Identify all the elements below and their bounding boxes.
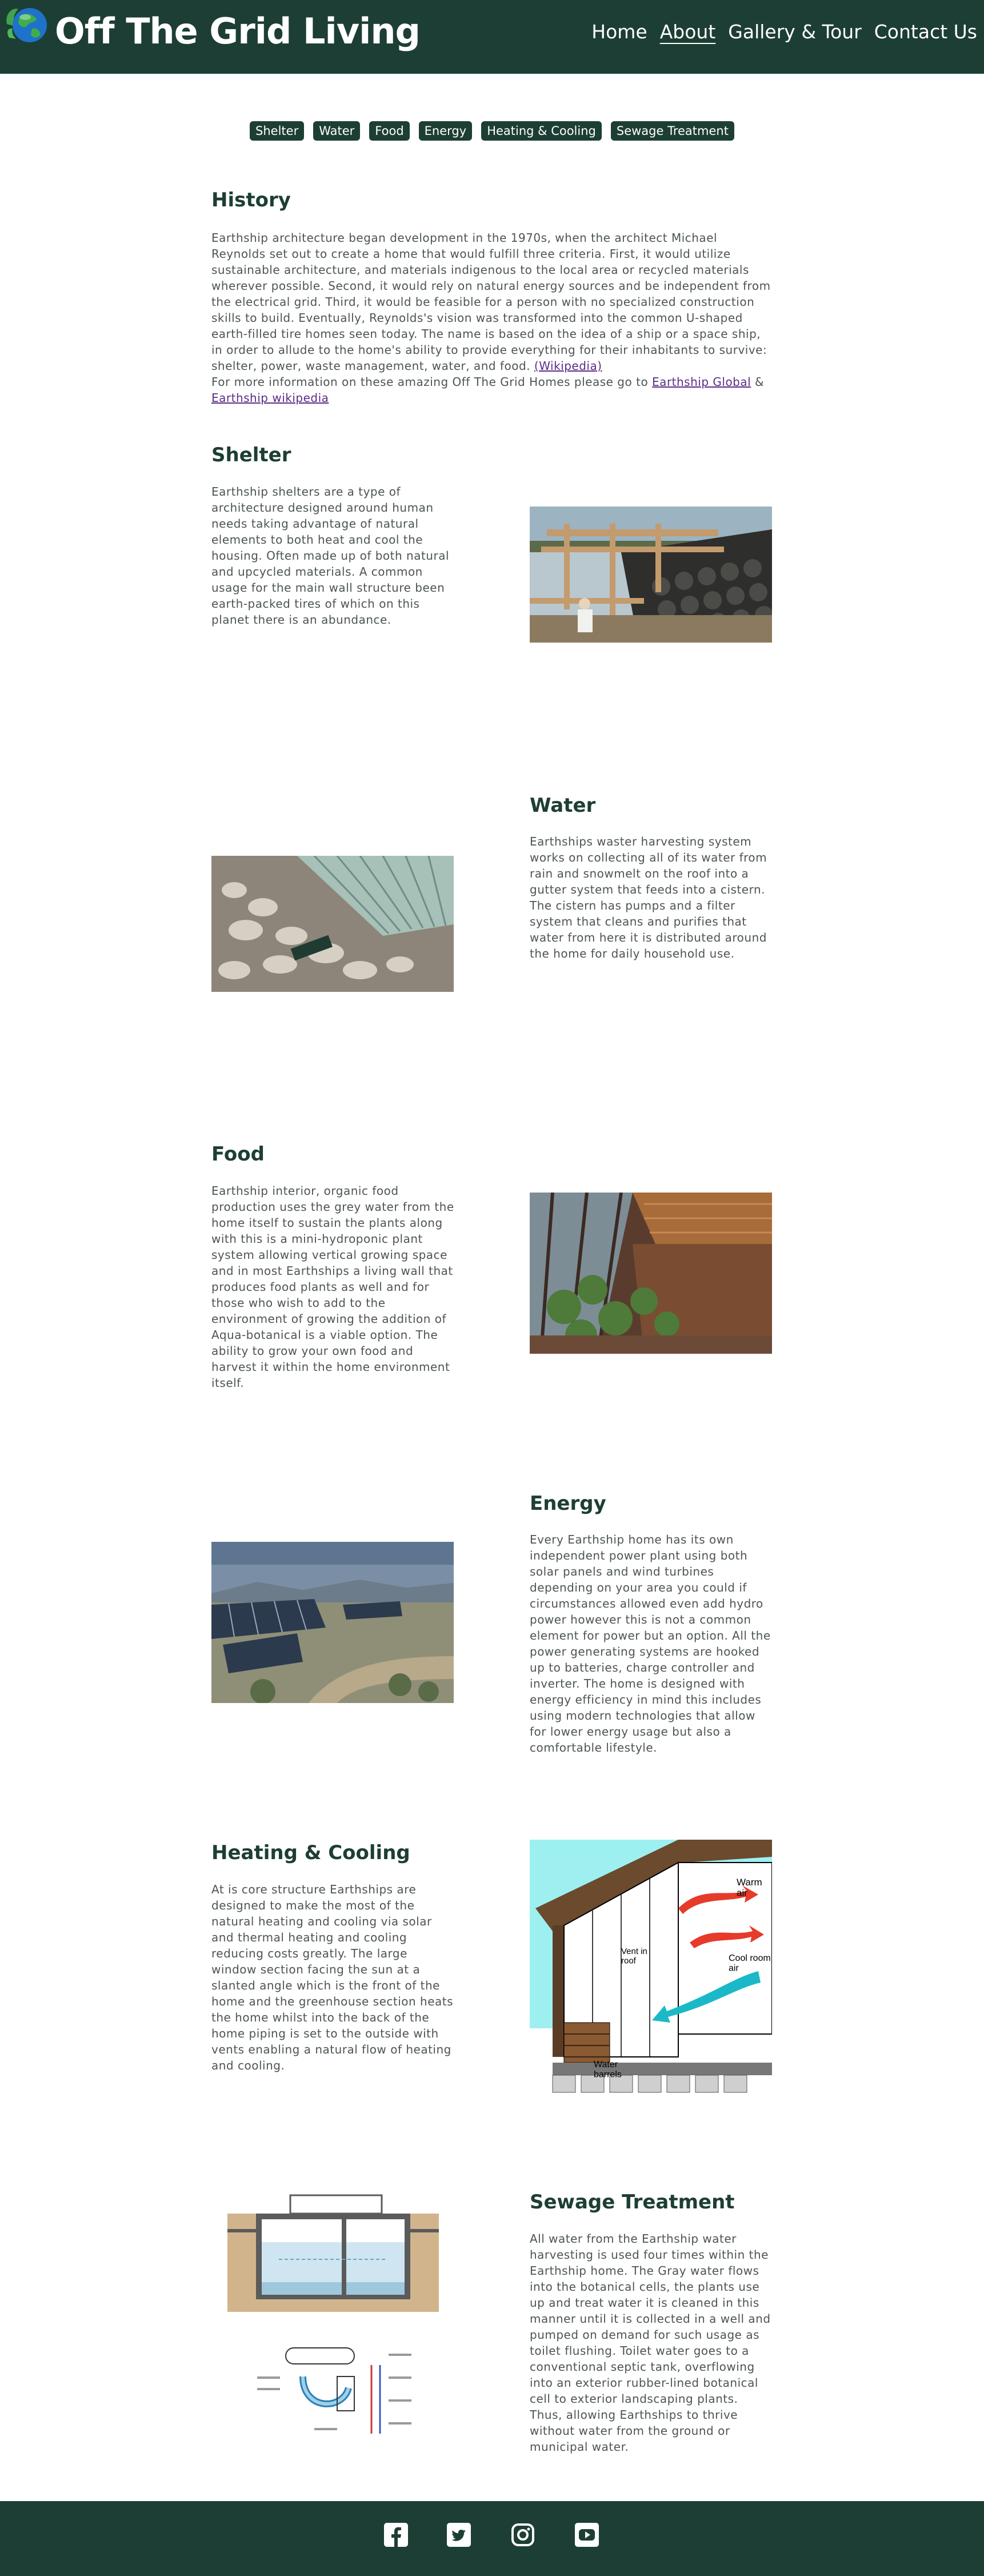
shelter-construction-photo [530, 507, 772, 643]
food-text: Earthship interior, organic food product… [211, 1184, 454, 1390]
heating-cooling-text: At is core structure Earthships are desi… [211, 1883, 454, 2072]
site-title[interactable]: Off The Grid Living [55, 10, 421, 52]
site-header: Off The Grid Living Home About Gallery &… [0, 0, 984, 74]
heating-cooling-heading: Heating & Cooling [211, 1841, 410, 1864]
facebook-icon[interactable] [384, 2523, 408, 2547]
nav-about[interactable]: About [660, 21, 716, 43]
shelter-heading: Shelter [211, 444, 291, 466]
diagram-label-water-barrels: Water barrels [594, 2060, 622, 2080]
section-tabs: Shelter Water Food Energy Heating & Cool… [0, 121, 984, 141]
energy-text: Every Earthship home has its own indepen… [530, 1533, 771, 1754]
instagram-icon[interactable] [511, 2523, 535, 2547]
nav-contact-us[interactable]: Contact Us [874, 21, 977, 43]
site-footer [0, 2501, 984, 2576]
botanical-cell-diagram [251, 2342, 423, 2445]
shelter-text: Earthship shelters are a type of archite… [211, 485, 450, 627]
history-body: Earthship architecture began development… [211, 231, 771, 373]
earthship-wikipedia-link[interactable]: Earthship wikipedia [211, 391, 329, 405]
sewage-treatment-heading: Sewage Treatment [530, 2191, 735, 2214]
tab-shelter[interactable]: Shelter [250, 121, 305, 141]
main-nav: Home About Gallery & Tour Contact Us [591, 21, 977, 43]
nav-home[interactable]: Home [591, 21, 647, 43]
tab-heating-cooling[interactable]: Heating & Cooling [481, 121, 602, 141]
history-amp: & [755, 375, 765, 389]
water-heading: Water [530, 794, 596, 817]
history-heading: History [211, 189, 291, 212]
septic-tank-diagram [227, 2191, 439, 2312]
tab-energy[interactable]: Energy [418, 121, 473, 141]
energy-solar-panels-photo [211, 1542, 454, 1703]
history-more-text: For more information on these amazing Of… [211, 375, 649, 389]
sewage-treatment-text: All water from the Earthship water harve… [530, 2232, 771, 2454]
nav-gallery-tour[interactable]: Gallery & Tour [728, 21, 861, 43]
energy-heading: Energy [530, 1492, 606, 1515]
wikipedia-link[interactable]: (Wikipedia) [534, 359, 602, 373]
food-greenhouse-photo [530, 1193, 772, 1354]
tab-sewage-treatment[interactable]: Sewage Treatment [610, 121, 734, 141]
tab-water[interactable]: Water [313, 121, 361, 141]
twitter-icon[interactable] [447, 2523, 471, 2547]
youtube-icon[interactable] [575, 2523, 599, 2547]
earthship-global-link[interactable]: Earthship Global [652, 375, 751, 389]
food-heading: Food [211, 1143, 265, 1166]
tab-food[interactable]: Food [369, 121, 410, 141]
water-gutter-photo [211, 856, 454, 992]
water-text: Earthships waster harvesting system work… [530, 835, 767, 960]
globe-logo-icon[interactable] [5, 2, 50, 48]
heating-cooling-diagram: Warm air Vent in roof Cool room air Water ba… [530, 1840, 772, 2099]
history-text: Earthship architecture began development… [211, 230, 773, 406]
